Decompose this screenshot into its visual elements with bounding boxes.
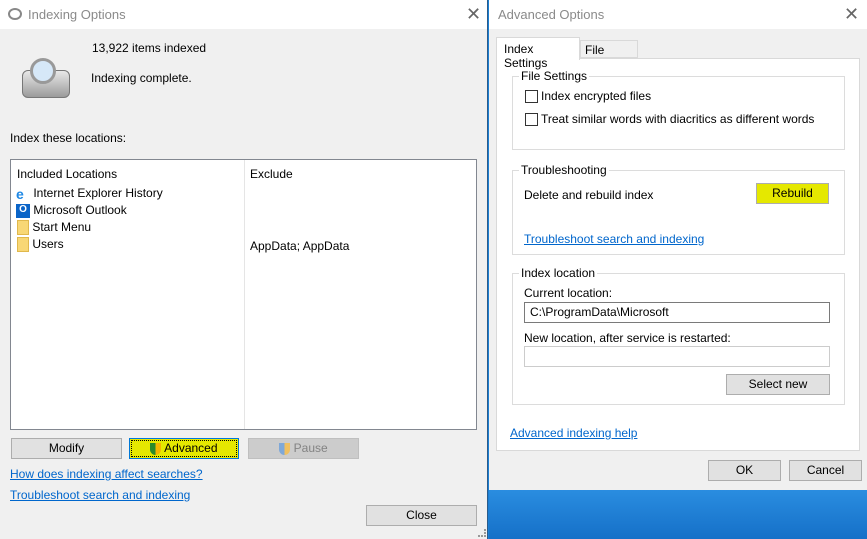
group-legend: Troubleshooting bbox=[519, 163, 609, 177]
shield-icon bbox=[150, 442, 162, 455]
tab-file-types[interactable]: File Types bbox=[580, 40, 638, 71]
cancel-button[interactable]: Cancel bbox=[789, 460, 862, 481]
index-location-group: Index location Current location: C:\Prog… bbox=[512, 266, 845, 405]
group-legend: Index location bbox=[519, 266, 598, 280]
location-row[interactable]: Start Menu bbox=[17, 220, 467, 236]
indexing-status: Indexing complete. bbox=[91, 71, 192, 85]
items-indexed-count: 13,922 items indexed bbox=[92, 41, 207, 55]
location-exclude: AppData; AppData bbox=[250, 239, 350, 253]
diacritics-checkbox[interactable] bbox=[525, 113, 538, 126]
resize-grip[interactable] bbox=[478, 529, 486, 537]
magnifier-icon bbox=[30, 58, 56, 84]
advanced-button[interactable]: Advanced bbox=[129, 438, 239, 459]
troubleshoot-link[interactable]: Troubleshoot search and indexing bbox=[524, 232, 704, 246]
outlook-icon: O bbox=[16, 203, 30, 218]
rebuild-button[interactable]: Rebuild bbox=[756, 183, 829, 204]
indexing-options-window: Indexing Options ✕ 13,922 items indexed … bbox=[0, 0, 488, 539]
group-legend: File Settings bbox=[519, 69, 590, 83]
locations-list[interactable]: Included Locations Exclude e Internet Ex… bbox=[10, 159, 477, 430]
locations-label: Index these locations: bbox=[10, 131, 127, 145]
location-name: Internet Explorer History bbox=[33, 186, 163, 201]
troubleshooting-group: Troubleshooting Delete and rebuild index… bbox=[512, 163, 845, 255]
select-new-button[interactable]: Select new bbox=[726, 374, 830, 395]
column-header-exclude[interactable]: Exclude bbox=[250, 167, 293, 181]
location-row[interactable]: O Microsoft Outlook bbox=[16, 203, 466, 218]
folder-icon bbox=[17, 237, 29, 253]
checkbox-label: Index encrypted files bbox=[541, 89, 652, 103]
tab-panel: File Settings Index encrypted files Trea… bbox=[496, 58, 860, 451]
troubleshoot-link[interactable]: Troubleshoot search and indexing bbox=[10, 488, 190, 502]
advanced-options-window: Advanced Options ✕ Index Settings File T… bbox=[489, 0, 867, 490]
file-settings-group: File Settings Index encrypted files Trea… bbox=[512, 69, 845, 150]
title-bar: Advanced Options ✕ bbox=[489, 0, 867, 29]
column-header-included[interactable]: Included Locations bbox=[17, 167, 117, 181]
pause-button: Pause bbox=[248, 438, 359, 459]
shield-icon bbox=[279, 442, 291, 455]
tab-index-settings[interactable]: Index Settings bbox=[496, 37, 580, 70]
close-button[interactable]: Close bbox=[366, 505, 477, 526]
ie-icon: e bbox=[16, 186, 24, 202]
location-row[interactable]: Users AppData; AppData bbox=[17, 237, 467, 253]
modify-button[interactable]: Modify bbox=[11, 438, 122, 459]
location-name: Users bbox=[32, 237, 64, 251]
ok-button[interactable]: OK bbox=[708, 460, 781, 481]
close-icon[interactable]: ✕ bbox=[844, 4, 859, 25]
window-title: Advanced Options bbox=[498, 7, 605, 22]
current-location-field[interactable]: C:\ProgramData\Microsoft bbox=[524, 302, 830, 323]
rebuild-label: Delete and rebuild index bbox=[524, 188, 654, 202]
new-location-label: New location, after service is restarted… bbox=[524, 331, 731, 345]
index-encrypted-checkbox[interactable] bbox=[525, 90, 538, 103]
location-name: Microsoft Outlook bbox=[33, 203, 127, 217]
location-row[interactable]: e Internet Explorer History bbox=[16, 186, 466, 202]
indexing-app-icon bbox=[8, 8, 22, 20]
new-location-field[interactable] bbox=[524, 346, 830, 367]
location-name: Start Menu bbox=[32, 220, 92, 234]
close-icon[interactable]: ✕ bbox=[466, 4, 481, 25]
checkbox-label: Treat similar words with diacritics as d… bbox=[541, 112, 815, 126]
current-location-label: Current location: bbox=[524, 286, 613, 300]
desktop-background bbox=[489, 490, 867, 539]
how-indexing-link[interactable]: How does indexing affect searches? bbox=[10, 467, 203, 481]
folder-icon bbox=[17, 220, 29, 236]
window-title: Indexing Options bbox=[28, 7, 126, 22]
advanced-help-link[interactable]: Advanced indexing help bbox=[510, 426, 637, 440]
title-bar: Indexing Options ✕ bbox=[0, 0, 487, 29]
